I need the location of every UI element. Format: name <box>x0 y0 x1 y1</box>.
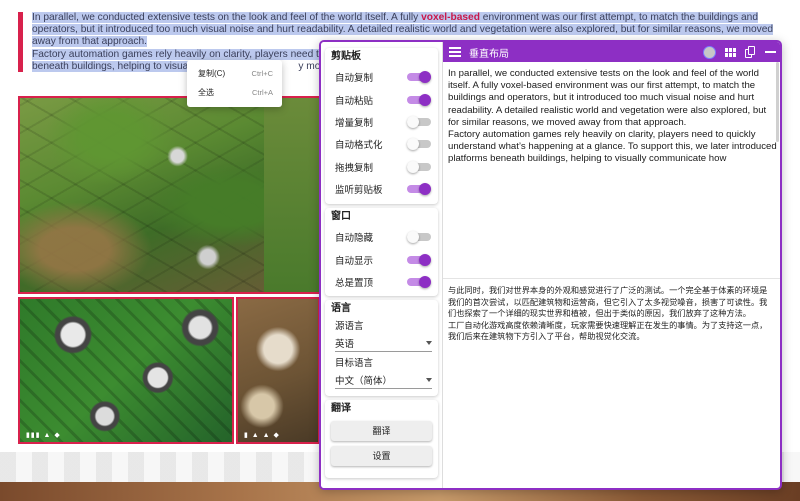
language-title: 语言 <box>331 303 351 314</box>
select-all-shortcut: Ctrl+A <box>251 88 273 97</box>
listen-clipboard-label: 监听剪贴板 <box>335 185 383 197</box>
game-ui-icons: ▮▮▮ ▲ ◆ <box>26 432 61 439</box>
auto-show-switch[interactable] <box>407 253 431 266</box>
game-screenshot-main-edge <box>264 96 320 294</box>
article-para1-selected: In parallel, we conducted extensive test… <box>32 12 422 23</box>
context-menu: 复制(C) Ctrl+C 全选 Ctrl+A <box>187 60 282 107</box>
window-header: 垂直布局 <box>443 42 780 62</box>
incremental-copy-label: 增量复制 <box>335 117 374 129</box>
source-text-area[interactable]: In parallel, we conducted extensive test… <box>448 68 778 278</box>
drag-copy-switch[interactable] <box>407 160 431 173</box>
game-ui-icons-2: ▮ ▲ ▲ ◆ <box>244 432 280 439</box>
toggle-row-auto-copy: 自动复制 <box>325 66 438 88</box>
window-title: 窗口 <box>331 211 351 222</box>
minimize-icon[interactable] <box>765 51 776 53</box>
toggle-row-incremental-copy: 增量复制 <box>325 111 438 133</box>
translate-title: 翻译 <box>331 403 351 414</box>
game-screenshot-desert: ▮ ▲ ▲ ◆ <box>236 297 320 444</box>
translate-button[interactable]: 翻译 <box>331 421 432 441</box>
auto-copy-label: 自动复制 <box>335 73 374 85</box>
target-language-value: 中文（简体） <box>335 376 393 387</box>
chevron-down-icon <box>426 341 432 345</box>
article-para2-start: Factory automation games rely heavily on… <box>32 48 319 60</box>
header-actions <box>703 42 776 62</box>
source-language-label: 源语言 <box>335 321 364 332</box>
toggle-row-auto-hide: 自动隐藏 <box>325 226 438 248</box>
auto-show-label: 自动显示 <box>335 255 374 267</box>
source-language-select[interactable]: 英语 <box>335 335 432 352</box>
drag-copy-label: 拖拽复制 <box>335 162 374 174</box>
grid-layout-icon[interactable] <box>725 47 736 57</box>
toggle-row-always-on-top: 总是置顶 <box>325 271 438 293</box>
always-on-top-label: 总是置顶 <box>335 277 374 289</box>
copy-shortcut: Ctrl+C <box>251 69 273 78</box>
copy-icon[interactable] <box>745 46 756 58</box>
copy-label: 复制(C) <box>198 69 226 78</box>
target-text-area[interactable]: 与此同时，我们对世界本身的外观和感觉进行了广泛的测试。一个完全基于体素的环境是我… <box>448 285 775 475</box>
toggle-row-auto-show: 自动显示 <box>325 248 438 270</box>
target-language-label: 目标语言 <box>335 358 374 369</box>
clipboard-title: 剪贴板 <box>331 51 361 62</box>
pane-divider[interactable] <box>443 278 780 279</box>
context-menu-select-all[interactable]: 全选 Ctrl+A <box>187 83 282 102</box>
auto-paste-switch[interactable] <box>407 93 431 106</box>
auto-hide-label: 自动隐藏 <box>335 233 374 245</box>
article-para2-line2: beneath buildings, helping to visua <box>32 60 189 72</box>
game-screenshot-buildings: ▮▮▮ ▲ ◆ <box>18 297 234 444</box>
source-language-value: 英语 <box>335 339 355 350</box>
language-card: 语言 源语言 英语 目标语言 中文（简体） <box>325 300 438 396</box>
chevron-down-icon <box>426 378 432 382</box>
auto-paste-label: 自动粘贴 <box>335 95 374 107</box>
toggle-row-drag-copy: 拖拽复制 <box>325 156 438 178</box>
incremental-copy-switch[interactable] <box>407 115 431 128</box>
always-on-top-switch[interactable] <box>407 275 431 288</box>
auto-copy-switch[interactable] <box>407 71 431 84</box>
settings-panel: 剪贴板 自动复制 自动粘贴 增量复制 自动格式化 拖拽复制 监听剪贴板 窗口 自… <box>321 42 443 488</box>
auto-hide-switch[interactable] <box>407 231 431 244</box>
listen-clipboard-switch[interactable] <box>407 183 431 196</box>
toggle-row-auto-format: 自动格式化 <box>325 133 438 155</box>
clipboard-card: 剪贴板 自动复制 自动粘贴 增量复制 自动格式化 拖拽复制 监听剪贴板 <box>325 48 438 204</box>
auto-format-switch[interactable] <box>407 138 431 151</box>
blockquote-bar <box>18 12 23 72</box>
select-all-label: 全选 <box>198 88 214 97</box>
layout-title: 垂直布局 <box>469 48 509 60</box>
context-menu-copy[interactable]: 复制(C) Ctrl+C <box>187 64 282 83</box>
scrollbar[interactable] <box>776 62 779 142</box>
settings-button[interactable]: 设置 <box>331 446 432 466</box>
article-highlight[interactable]: voxel-based <box>421 12 480 23</box>
toggle-row-listen-clipboard: 监听剪贴板 <box>325 178 438 200</box>
pin-circle-icon[interactable] <box>703 45 716 59</box>
auto-format-label: 自动格式化 <box>335 140 383 152</box>
menu-icon[interactable] <box>449 47 461 57</box>
toggle-row-auto-paste: 自动粘贴 <box>325 88 438 110</box>
translator-window: 剪贴板 自动复制 自动粘贴 增量复制 自动格式化 拖拽复制 监听剪贴板 窗口 自… <box>319 40 782 490</box>
target-language-select[interactable]: 中文（简体） <box>335 372 432 389</box>
translate-card: 翻译 翻译 设置 <box>325 400 438 478</box>
window-card: 窗口 自动隐藏 自动显示 总是置顶 <box>325 208 438 296</box>
